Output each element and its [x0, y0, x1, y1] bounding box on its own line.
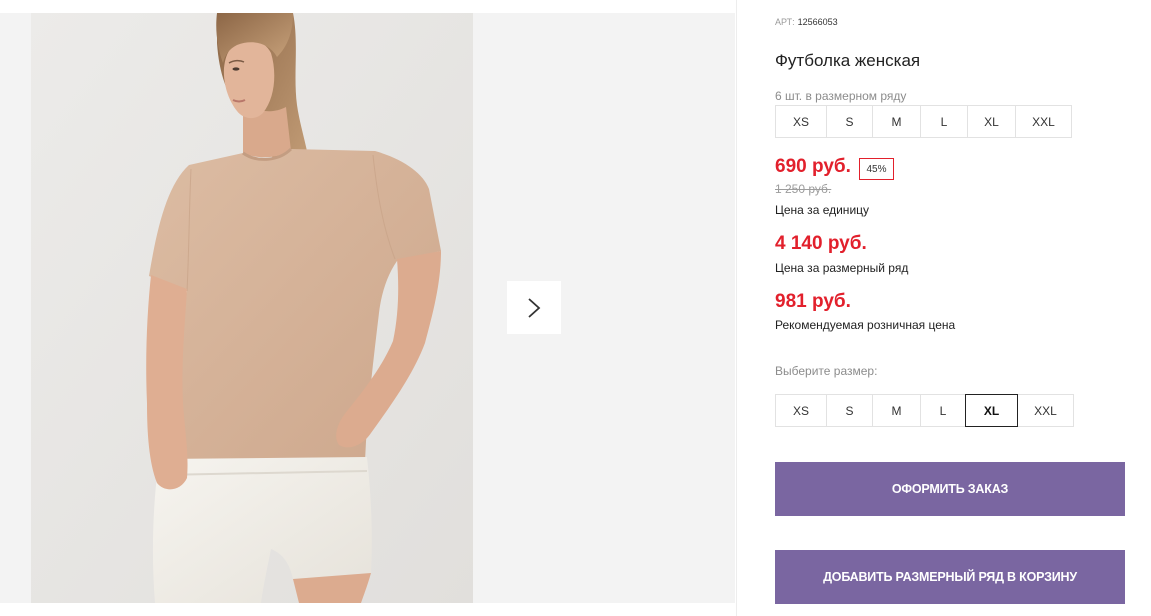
- pack-size: M: [872, 105, 920, 138]
- add-pack-to-cart-button[interactable]: ДОБАВИТЬ РАЗМЕРНЫЙ РЯД В КОРЗИНУ: [775, 550, 1125, 604]
- product-title: Футболка женская: [775, 51, 921, 70]
- pack-size: L: [920, 105, 967, 138]
- pack-size: XS: [775, 105, 826, 138]
- size-option-xs[interactable]: XS: [775, 394, 826, 427]
- old-price: 1 250 руб.: [775, 182, 832, 196]
- product-photo-illustration: [31, 13, 473, 603]
- unit-price-caption: Цена за единицу: [775, 203, 870, 217]
- article-number: АРТ: 12566053: [775, 16, 838, 28]
- size-option-xl[interactable]: XL: [965, 394, 1018, 427]
- checkout-button[interactable]: ОФОРМИТЬ ЗАКАЗ: [775, 462, 1125, 516]
- product-photo[interactable]: [31, 13, 473, 603]
- left-arm: [146, 275, 188, 490]
- size-option-xxl[interactable]: XXL: [1018, 394, 1074, 427]
- pack-sizes: XS S M L XL XXL: [775, 105, 1072, 138]
- gallery-next-button[interactable]: [507, 281, 561, 334]
- size-selector-label: Выберите размер:: [775, 364, 878, 378]
- article-label: АРТ:: [775, 17, 795, 27]
- retail-price: 981 руб.: [775, 291, 851, 312]
- retail-price-caption: Рекомендуемая розничная цена: [775, 318, 956, 332]
- pack-size: XL: [967, 105, 1015, 138]
- pack-size: XXL: [1015, 105, 1072, 138]
- unit-price: 690 руб.: [775, 156, 851, 177]
- size-selector: XS S M L XL XXL: [775, 394, 1074, 427]
- pack-size: S: [826, 105, 872, 138]
- eye: [232, 67, 240, 71]
- column-divider: [736, 0, 737, 616]
- discount-badge: 45%: [859, 158, 894, 180]
- chevron-right-icon: [528, 297, 541, 318]
- pack-price-caption: Цена за размерный ряд: [775, 261, 909, 275]
- size-option-s[interactable]: S: [826, 394, 872, 427]
- product-gallery: [0, 13, 735, 603]
- size-option-l[interactable]: L: [920, 394, 965, 427]
- article-value: 12566053: [797, 17, 838, 27]
- product-info: АРТ: 12566053 Футболка женская 6 шт. в ра…: [775, 0, 1135, 616]
- size-option-m[interactable]: M: [872, 394, 920, 427]
- pack-note: 6 шт. в размерном ряду: [775, 89, 907, 103]
- pack-price: 4 140 руб.: [775, 233, 867, 254]
